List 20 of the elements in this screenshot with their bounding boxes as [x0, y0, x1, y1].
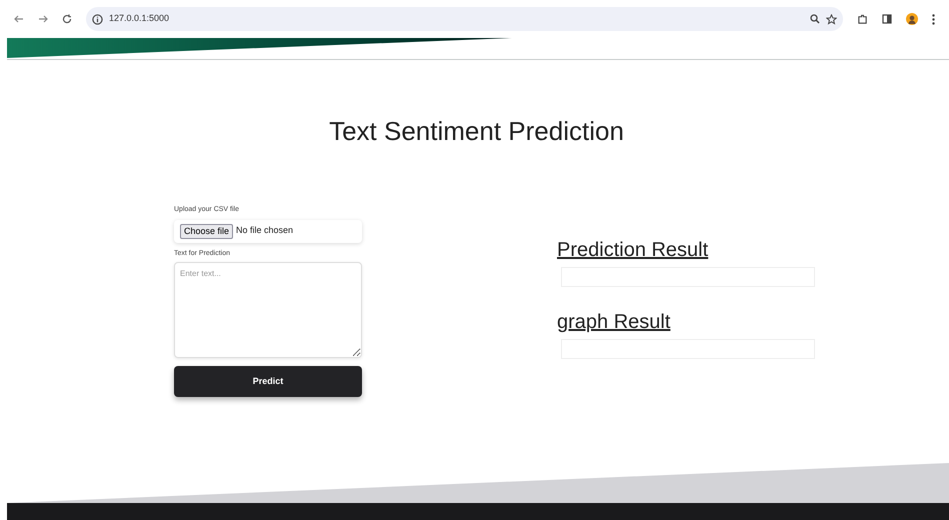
menu-icon[interactable] [932, 14, 935, 24]
info-icon[interactable] [92, 14, 103, 24]
result-heading: graph Result [557, 310, 672, 335]
back-icon[interactable] [14, 14, 24, 24]
zoom-icon[interactable] [810, 14, 820, 24]
url-text: 127.0.0.1:5000 [109, 12, 170, 26]
result-heading: Prediction Result [557, 238, 710, 263]
file-status: No file chosen [236, 224, 294, 238]
text-input[interactable]: Enter text... [174, 262, 362, 358]
forward-icon[interactable] [38, 14, 48, 24]
sidebar-icon[interactable] [882, 14, 892, 24]
reload-icon[interactable] [62, 14, 72, 24]
page-title: Text Sentiment Prediction [329, 115, 624, 148]
address-bar[interactable]: 127.0.0.1:5000 [86, 7, 843, 31]
avatar-icon[interactable] [906, 13, 918, 25]
file-input[interactable]: Choose file No file chosen [174, 220, 362, 242]
predict-button[interactable]: Predict [174, 366, 362, 397]
choose-file-button[interactable]: Choose file [180, 224, 234, 238]
star-icon[interactable] [826, 14, 837, 24]
extensions-icon[interactable] [857, 14, 868, 24]
